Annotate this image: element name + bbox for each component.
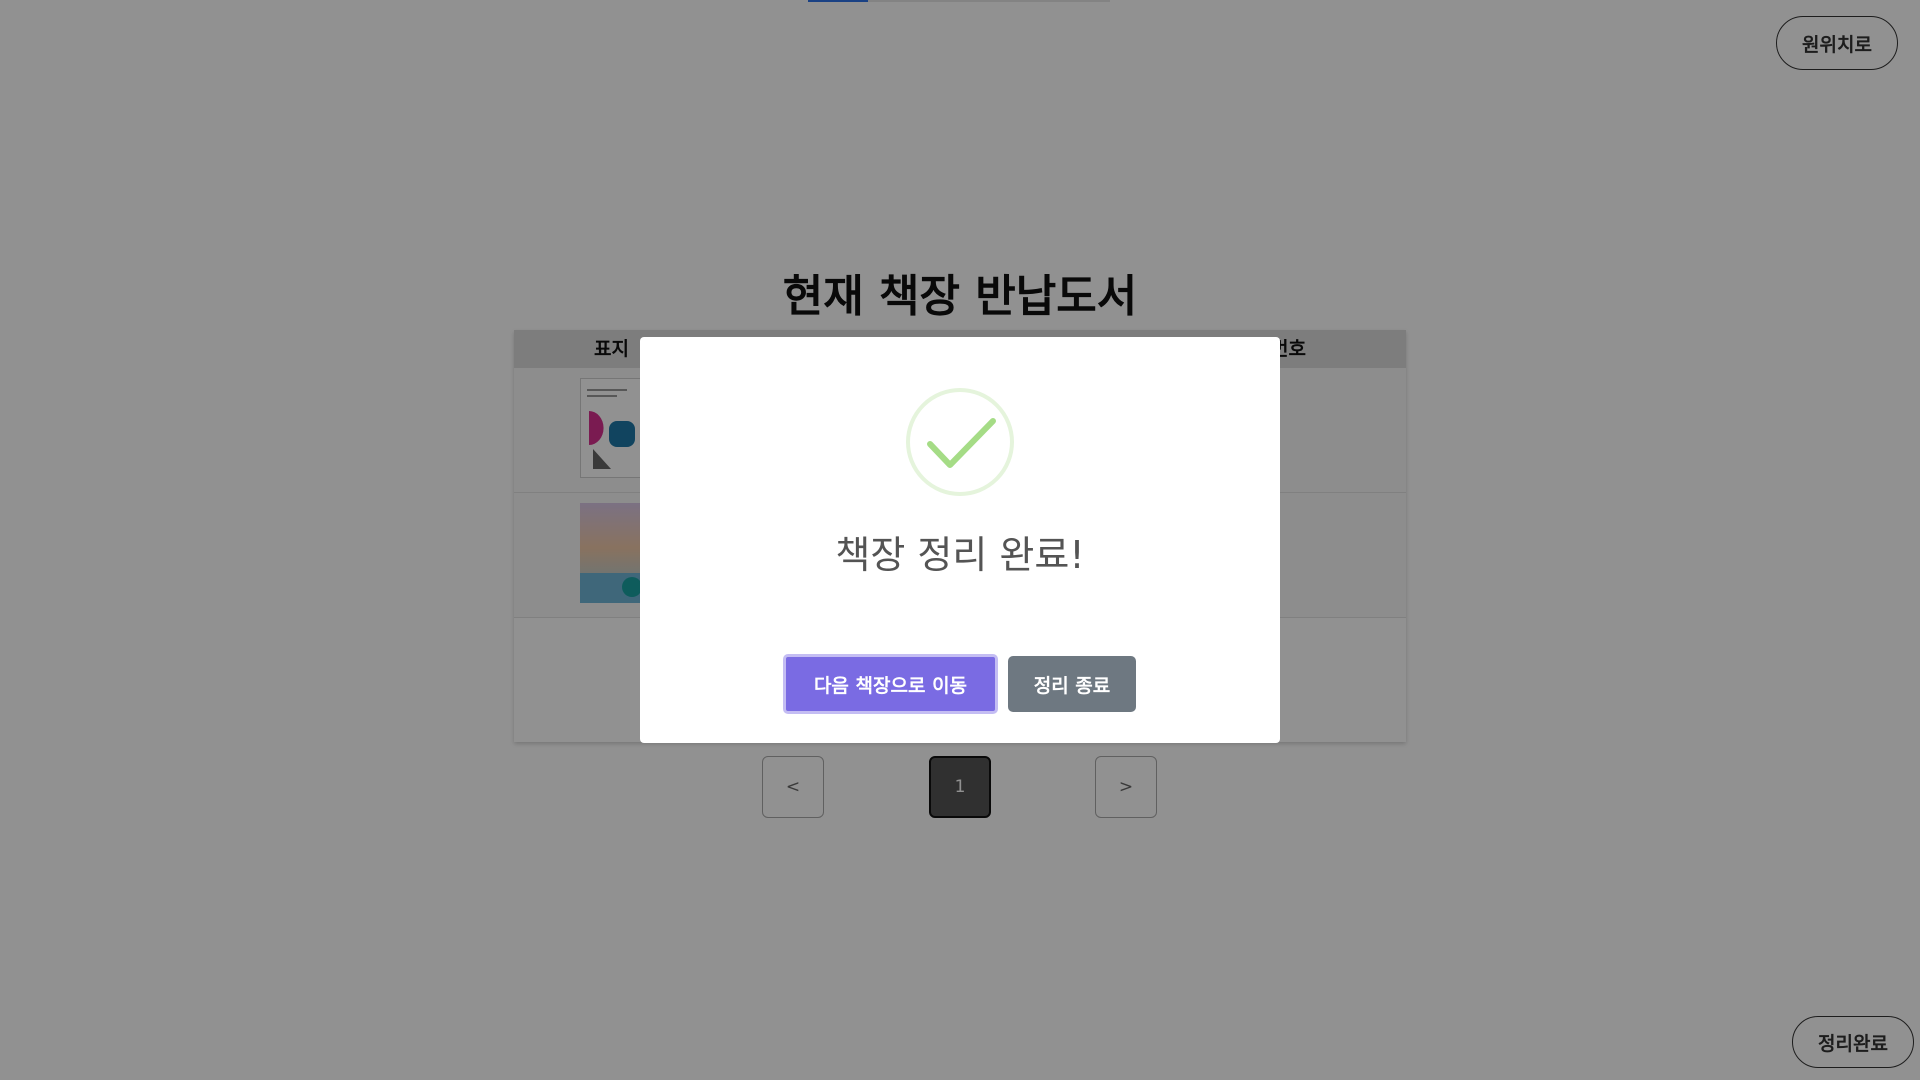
dialog-title: 책장 정리 완료!	[835, 533, 1085, 577]
end-organizing-button[interactable]: 정리 종료	[1008, 656, 1136, 712]
check-circle-icon	[905, 387, 1015, 497]
next-shelf-button[interactable]: 다음 책장으로 이동	[783, 654, 998, 714]
completion-dialog: 책장 정리 완료! 다음 책장으로 이동 정리 종료	[640, 337, 1280, 743]
